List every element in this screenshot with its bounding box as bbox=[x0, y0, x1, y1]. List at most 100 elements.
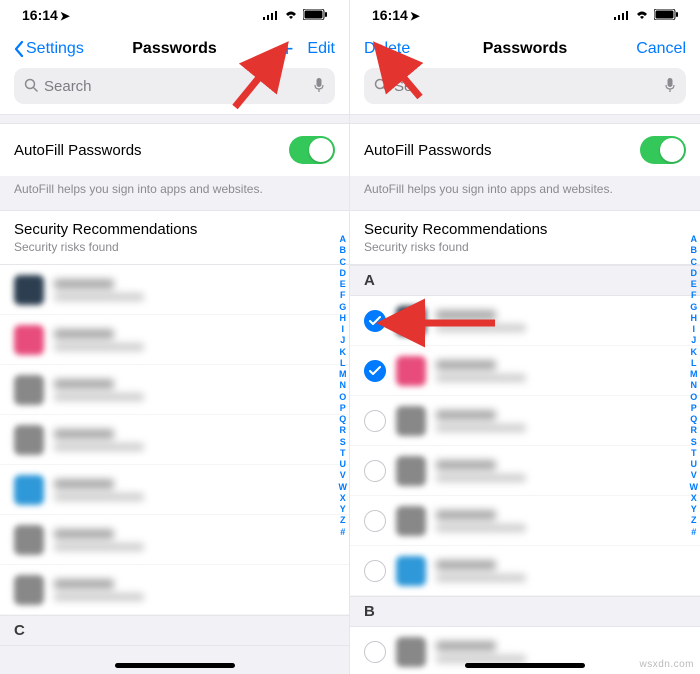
index-letter[interactable]: Q bbox=[339, 414, 346, 425]
index-letter[interactable]: V bbox=[691, 470, 697, 481]
index-letter[interactable]: Y bbox=[340, 504, 346, 515]
index-letter[interactable]: K bbox=[691, 347, 698, 358]
password-item[interactable] bbox=[0, 415, 349, 465]
index-letter[interactable]: Z bbox=[691, 515, 697, 526]
site-icon bbox=[14, 425, 44, 455]
password-item[interactable] bbox=[0, 465, 349, 515]
index-letter[interactable]: H bbox=[691, 313, 698, 324]
password-item[interactable] bbox=[0, 315, 349, 365]
index-letter[interactable]: C bbox=[340, 257, 347, 268]
select-checkbox[interactable] bbox=[364, 510, 386, 532]
password-item[interactable] bbox=[350, 546, 700, 596]
index-letter[interactable]: Z bbox=[340, 515, 346, 526]
index-letter[interactable]: C bbox=[691, 257, 698, 268]
select-checkbox[interactable] bbox=[364, 410, 386, 432]
select-checkbox[interactable] bbox=[364, 641, 386, 663]
password-item[interactable] bbox=[350, 496, 700, 546]
index-letter[interactable]: B bbox=[340, 245, 347, 256]
security-recommendations[interactable]: Security Recommendations Security risks … bbox=[350, 210, 700, 265]
screen-view-mode: 16:14➤ Settings Passwords + bbox=[0, 0, 350, 674]
index-letter[interactable]: # bbox=[691, 527, 696, 538]
cancel-button[interactable]: Cancel bbox=[636, 40, 686, 58]
index-list[interactable]: ABCDEFGHIJKLMNOPQRSTUVWXYZ# bbox=[339, 234, 348, 538]
index-letter[interactable]: R bbox=[691, 425, 698, 436]
index-letter[interactable]: A bbox=[691, 234, 698, 245]
index-letter[interactable]: I bbox=[341, 324, 344, 335]
search-input[interactable] bbox=[394, 78, 664, 95]
index-letter[interactable]: S bbox=[691, 437, 697, 448]
index-letter[interactable]: I bbox=[692, 324, 695, 335]
index-letter[interactable]: T bbox=[691, 448, 697, 459]
index-letter[interactable]: M bbox=[690, 369, 698, 380]
index-letter[interactable]: Y bbox=[691, 504, 697, 515]
status-right bbox=[263, 7, 327, 23]
index-letter[interactable]: S bbox=[340, 437, 346, 448]
index-letter[interactable]: X bbox=[340, 493, 346, 504]
password-item[interactable] bbox=[350, 446, 700, 496]
password-text-blurred bbox=[54, 429, 335, 451]
home-indicator bbox=[465, 663, 585, 668]
mic-icon[interactable] bbox=[313, 77, 325, 96]
home-indicator bbox=[115, 663, 235, 668]
index-letter[interactable]: F bbox=[340, 290, 346, 301]
index-letter[interactable]: U bbox=[691, 459, 698, 470]
index-letter[interactable]: E bbox=[691, 279, 697, 290]
autofill-toggle[interactable] bbox=[640, 136, 686, 164]
index-letter[interactable]: T bbox=[340, 448, 346, 459]
select-checkbox[interactable] bbox=[364, 560, 386, 582]
index-letter[interactable]: # bbox=[340, 527, 345, 538]
back-button[interactable]: Settings bbox=[14, 40, 84, 58]
mic-icon[interactable] bbox=[664, 77, 676, 96]
index-letter[interactable]: W bbox=[339, 482, 348, 493]
index-letter[interactable]: N bbox=[691, 380, 698, 391]
password-item[interactable] bbox=[0, 515, 349, 565]
index-letter[interactable]: V bbox=[340, 470, 346, 481]
index-letter[interactable]: G bbox=[690, 302, 697, 313]
index-letter[interactable]: W bbox=[690, 482, 699, 493]
index-letter[interactable]: E bbox=[340, 279, 346, 290]
index-letter[interactable]: L bbox=[691, 358, 697, 369]
index-letter[interactable]: Q bbox=[690, 414, 697, 425]
secrec-sub: Security risks found bbox=[14, 240, 335, 254]
index-letter[interactable]: G bbox=[339, 302, 346, 313]
password-item[interactable] bbox=[350, 396, 700, 446]
index-letter[interactable]: U bbox=[340, 459, 347, 470]
site-icon bbox=[14, 375, 44, 405]
site-icon bbox=[396, 637, 426, 667]
index-letter[interactable]: N bbox=[340, 380, 347, 391]
autofill-label: AutoFill Passwords bbox=[364, 142, 492, 159]
edit-button[interactable]: Edit bbox=[307, 40, 335, 58]
index-letter[interactable]: A bbox=[340, 234, 347, 245]
index-letter[interactable]: P bbox=[691, 403, 697, 414]
index-letter[interactable]: J bbox=[340, 335, 345, 346]
tutorial-arrow-2 bbox=[372, 42, 432, 102]
index-letter[interactable]: B bbox=[691, 245, 698, 256]
index-letter[interactable]: H bbox=[340, 313, 347, 324]
index-letter[interactable]: F bbox=[691, 290, 697, 301]
security-recommendations[interactable]: Security Recommendations Security risks … bbox=[0, 210, 349, 265]
index-letter[interactable]: D bbox=[340, 268, 347, 279]
password-item[interactable] bbox=[0, 265, 349, 315]
index-list[interactable]: ABCDEFGHIJKLMNOPQRSTUVWXYZ# bbox=[690, 234, 699, 538]
index-letter[interactable]: K bbox=[340, 347, 347, 358]
index-letter[interactable]: R bbox=[340, 425, 347, 436]
battery-icon bbox=[654, 7, 678, 23]
password-text-blurred bbox=[54, 279, 335, 301]
index-letter[interactable]: P bbox=[340, 403, 346, 414]
tutorial-arrow-3 bbox=[380, 308, 500, 338]
index-letter[interactable]: M bbox=[339, 369, 347, 380]
index-letter[interactable]: J bbox=[691, 335, 696, 346]
index-letter[interactable]: L bbox=[340, 358, 346, 369]
autofill-toggle[interactable] bbox=[289, 136, 335, 164]
index-letter[interactable]: X bbox=[691, 493, 697, 504]
password-item[interactable] bbox=[350, 346, 700, 396]
site-icon bbox=[14, 325, 44, 355]
password-item[interactable] bbox=[0, 565, 349, 615]
select-checkbox[interactable] bbox=[364, 460, 386, 482]
password-item[interactable] bbox=[0, 365, 349, 415]
index-letter[interactable]: O bbox=[339, 392, 346, 403]
index-letter[interactable]: D bbox=[691, 268, 698, 279]
select-checkbox[interactable] bbox=[364, 360, 386, 382]
status-right bbox=[614, 7, 678, 23]
index-letter[interactable]: O bbox=[690, 392, 697, 403]
